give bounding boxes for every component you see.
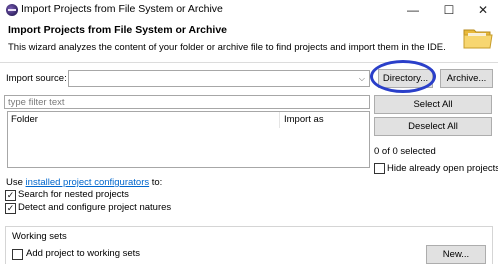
archive-button[interactable]: Archive...	[440, 69, 493, 88]
search-nested-label[interactable]: Search for nested projects	[18, 189, 129, 200]
hide-open-checkbox[interactable]	[374, 163, 385, 174]
use-prefix: Use	[6, 177, 26, 188]
wizard-description: This wizard analyzes the content of your…	[8, 42, 446, 53]
projects-table[interactable]: Folder Import as	[7, 111, 370, 168]
add-to-working-sets-checkbox[interactable]	[12, 249, 23, 260]
chevron-down-icon[interactable]: ⌵	[359, 74, 365, 84]
minimize-button[interactable]: —	[396, 0, 430, 20]
add-to-working-sets-label[interactable]: Add project to working sets	[26, 248, 140, 259]
wizard-title: Import Projects from File System or Arch…	[8, 24, 228, 36]
import-source-combo[interactable]: ⌵	[68, 70, 370, 87]
close-button[interactable]: ✕	[466, 0, 498, 20]
working-sets-title: Working sets	[12, 231, 67, 242]
filter-input[interactable]: type filter text	[4, 95, 370, 109]
window-title: Import Projects from File System or Arch…	[21, 3, 223, 15]
select-all-button[interactable]: Select All	[374, 95, 492, 114]
filter-placeholder: type filter text	[8, 97, 65, 108]
deselect-all-button[interactable]: Deselect All	[374, 117, 492, 136]
maximize-button[interactable]: ☐	[432, 0, 466, 20]
installed-configurators-link[interactable]: installed project configurators	[26, 177, 150, 188]
new-working-set-button[interactable]: New...	[426, 245, 486, 264]
detect-configure-label[interactable]: Detect and configure project natures	[18, 202, 171, 213]
hide-open-label[interactable]: Hide already open projects	[387, 163, 498, 174]
search-nested-checkbox[interactable]: ✓	[5, 190, 16, 201]
use-suffix: to:	[149, 177, 163, 188]
eclipse-app-icon	[6, 4, 18, 16]
column-divider	[279, 112, 280, 128]
configurators-sentence: Use installed project configurators to:	[6, 177, 162, 188]
annotation-ellipse	[370, 60, 436, 93]
import-source-label: Import source:	[6, 73, 67, 84]
column-header-folder[interactable]: Folder	[8, 112, 38, 128]
column-header-import-as[interactable]: Import as	[281, 112, 324, 128]
folder-icon	[463, 29, 493, 49]
detect-configure-checkbox[interactable]: ✓	[5, 203, 16, 214]
selection-count: 0 of 0 selected	[374, 146, 436, 157]
